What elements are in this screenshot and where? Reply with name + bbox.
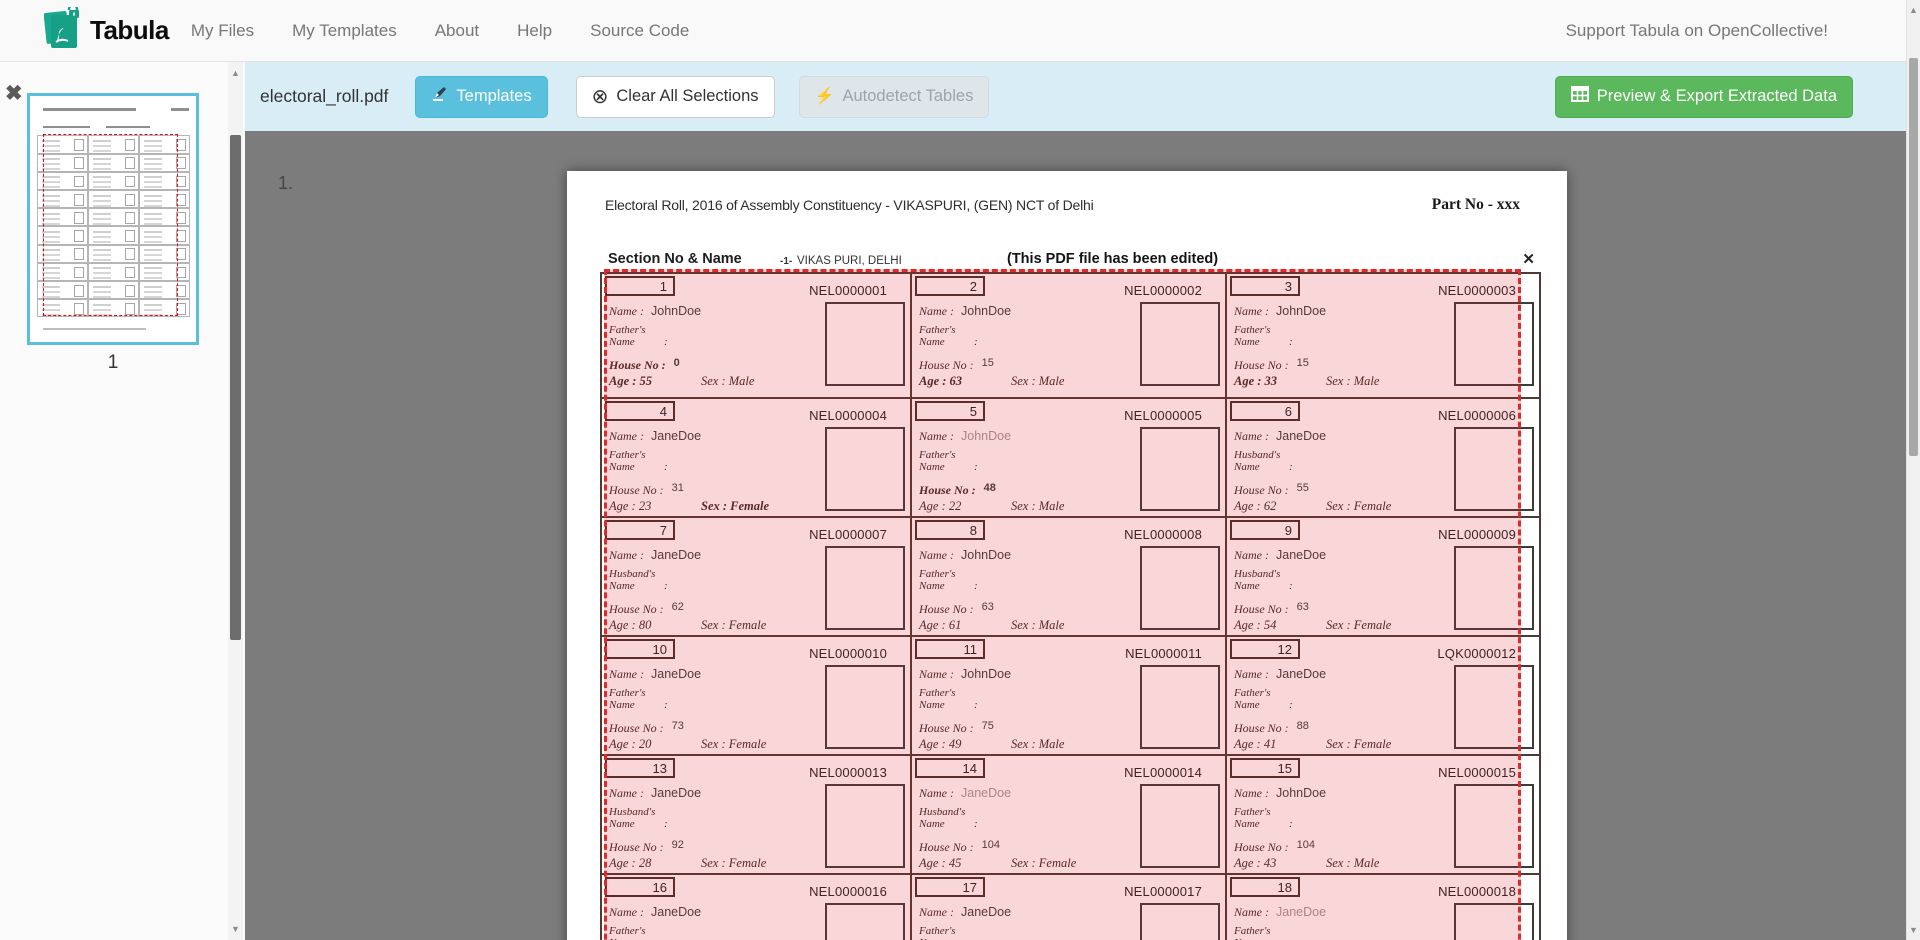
table-selection-overlay[interactable]: ✕ bbox=[604, 269, 1521, 940]
pdf-title: Electoral Roll, 2016 of Assembly Constit… bbox=[605, 197, 1094, 213]
clear-all-selections-button[interactable]: ⊗ Clear All Selections bbox=[576, 76, 775, 118]
mini-edited-bar bbox=[106, 126, 149, 128]
pdf-edited-note: (This PDF file has been edited) bbox=[1007, 251, 1218, 267]
preview-export-button[interactable]: Preview & Export Extracted Data bbox=[1555, 76, 1853, 118]
nav-link-my-files[interactable]: My Files bbox=[191, 21, 254, 41]
mini-footer-bar bbox=[43, 328, 146, 330]
nav-link-help[interactable]: Help bbox=[517, 21, 552, 41]
nav-link-about[interactable]: About bbox=[435, 21, 479, 41]
scroll-down-icon[interactable]: ▼ bbox=[1907, 925, 1920, 935]
tabula-app: Tabula My Files My Templates About Help … bbox=[0, 0, 1920, 940]
thumbnail-selection-outline bbox=[43, 134, 177, 316]
mini-partno-bar bbox=[171, 108, 189, 111]
tabula-logo-icon bbox=[44, 7, 80, 54]
scroll-up-icon[interactable]: ▲ bbox=[1907, 5, 1920, 15]
brand[interactable]: Tabula bbox=[44, 7, 169, 54]
scroll-up-icon[interactable]: ▲ bbox=[228, 68, 243, 78]
autodetect-tables-button[interactable]: ⚡ Autodetect Tables bbox=[799, 76, 990, 118]
selection-remove-icon[interactable]: ✕ bbox=[1522, 252, 1535, 267]
thumbnail-miniature bbox=[30, 96, 196, 342]
top-navbar: Tabula My Files My Templates About Help … bbox=[0, 0, 1920, 62]
toolbar: electoral_roll.pdf Templates ⊗ Clear All… bbox=[245, 62, 1906, 131]
nav-links: My Files My Templates About Help Source … bbox=[191, 21, 689, 41]
window-scrollbar[interactable]: ▲ ▼ bbox=[1906, 0, 1920, 940]
table-icon bbox=[1571, 86, 1589, 107]
page-thumbnail[interactable] bbox=[27, 93, 199, 345]
pdf-section-label: Section No & Name bbox=[608, 251, 742, 267]
pdf-part-no: Part No - xxx bbox=[1432, 196, 1520, 214]
brand-name: Tabula bbox=[90, 15, 169, 46]
mini-title-bar bbox=[43, 108, 136, 111]
remove-page-icon[interactable]: ✖ bbox=[5, 83, 23, 104]
pdf-section-name: VIKAS PURI, DELHI bbox=[797, 255, 902, 267]
page-thumbnail-sidebar: ✖ 1 ▲ ▼ bbox=[0, 62, 245, 940]
lightning-bolt-icon: ⚡ bbox=[815, 89, 835, 105]
templates-button[interactable]: Templates bbox=[415, 76, 547, 118]
nav-link-my-templates[interactable]: My Templates bbox=[292, 21, 397, 41]
template-icon bbox=[431, 86, 448, 108]
page-marker: 1. bbox=[278, 173, 293, 194]
pdf-page[interactable]: Electoral Roll, 2016 of Assembly Constit… bbox=[567, 171, 1567, 940]
pdf-section-number: -1- bbox=[780, 256, 792, 267]
clear-circle-x-icon: ⊗ bbox=[592, 87, 609, 107]
scroll-down-icon[interactable]: ▼ bbox=[228, 924, 243, 934]
nav-link-source-code[interactable]: Source Code bbox=[590, 21, 689, 41]
mini-section-bar bbox=[43, 126, 89, 128]
filename-label: electoral_roll.pdf bbox=[260, 86, 388, 107]
pdf-viewer-area: 1. Electoral Roll, 2016 of Assembly Cons… bbox=[245, 131, 1906, 940]
support-link[interactable]: Support Tabula on OpenCollective! bbox=[1566, 21, 1828, 41]
sidebar-scrollbar-thumb[interactable] bbox=[230, 135, 241, 640]
thumbnail-page-number: 1 bbox=[27, 352, 199, 374]
sidebar-scrollbar[interactable]: ▲ ▼ bbox=[228, 62, 243, 940]
window-scrollbar-thumb[interactable] bbox=[1909, 58, 1918, 456]
